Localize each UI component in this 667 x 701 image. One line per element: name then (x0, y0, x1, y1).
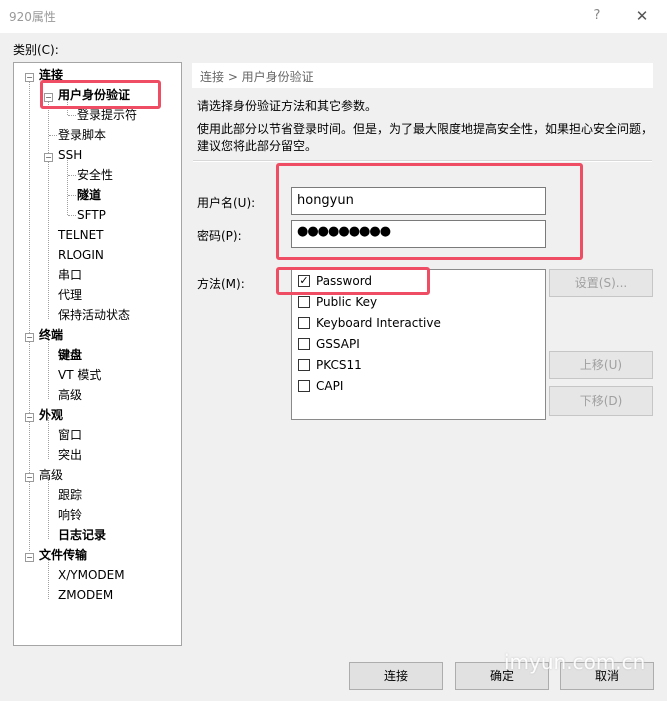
tree-item-tunneling[interactable]: 隧道 (77, 186, 101, 204)
method-label: 方法(M): (197, 277, 245, 291)
move-down-button[interactable]: 下移(D) (549, 386, 653, 416)
tree-item-vt-modes[interactable]: VT 模式 (58, 366, 101, 384)
tree-connector (68, 115, 76, 116)
tree-connector (68, 195, 76, 196)
category-label: 类别(C): (13, 43, 59, 57)
tree-connector (67, 157, 68, 215)
tree-item-highlight[interactable]: 突出 (58, 446, 82, 464)
tree-item-keep-alive[interactable]: 保持活动状态 (58, 306, 130, 324)
description-secondary: 使用此部分以节省登录时间。但是，为了最大限度地提高安全性，如果担心安全问题，建议… (197, 122, 654, 153)
tree-item-login-scripts[interactable]: 登录脚本 (58, 126, 106, 144)
window-title: 920属性 (9, 10, 56, 24)
tree-item-file-transfer[interactable]: 文件传输 (39, 546, 87, 564)
title-bar: 920属性 ? ✕ (0, 0, 667, 33)
tree-item-serial[interactable]: 串口 (58, 266, 82, 284)
username-label: 用户名(U): (197, 196, 256, 210)
tree-item-trace[interactable]: 跟踪 (58, 486, 82, 504)
method-label-capi: CAPI (316, 379, 344, 393)
tree-item-ssh[interactable]: SSH (58, 146, 82, 164)
breadcrumb-text: 连接 > 用户身份验证 (200, 70, 314, 84)
method-label-keyboard-interactive: Keyboard Interactive (316, 316, 441, 330)
method-label-public-key: Public Key (316, 295, 378, 309)
breadcrumb: 连接 > 用户身份验证 (192, 63, 653, 88)
help-icon[interactable]: ? (585, 4, 609, 28)
divider (193, 160, 652, 162)
settings-button[interactable]: 设置(S)... (549, 269, 653, 297)
collapse-icon[interactable]: − (25, 473, 34, 482)
move-up-button[interactable]: 上移(U) (549, 351, 653, 379)
close-icon[interactable]: ✕ (627, 4, 657, 28)
tree-item-sftp[interactable]: SFTP (77, 206, 106, 224)
tree-item-connection[interactable]: 连接 (39, 66, 63, 84)
tree-item-proxy[interactable]: 代理 (58, 286, 82, 304)
method-label-gssapi: GSSAPI (316, 337, 360, 351)
collapse-icon[interactable]: − (25, 333, 34, 342)
tree-item-terminal[interactable]: 终端 (39, 326, 63, 344)
tree-item-user-auth[interactable]: 用户身份验证 (58, 86, 130, 104)
tree-item-keyboard[interactable]: 键盘 (58, 346, 82, 364)
tree-item-bell[interactable]: 响铃 (58, 506, 82, 524)
checkbox-icon[interactable] (298, 317, 310, 329)
method-label-pkcs11: PKCS11 (316, 358, 362, 372)
category-tree[interactable]: − − − − − − − 连接 用户身份验证 登录提示符 登录脚本 SSH 安… (13, 62, 182, 646)
tree-item-appearance[interactable]: 外观 (39, 406, 63, 424)
tree-item-window[interactable]: 窗口 (58, 426, 82, 444)
checkbox-icon[interactable] (298, 296, 310, 308)
tree-item-login-prompts[interactable]: 登录提示符 (77, 106, 137, 124)
collapse-icon[interactable]: − (25, 73, 34, 82)
tree-item-telnet[interactable]: TELNET (58, 226, 104, 244)
collapse-icon[interactable]: − (44, 93, 53, 102)
tree-connector (48, 97, 49, 319)
tree-connector (48, 477, 49, 539)
password-value: ●●●●●●●●● (297, 224, 391, 239)
tree-item-logging[interactable]: 日志记录 (58, 526, 106, 544)
checkbox-checked-icon[interactable]: ✓ (298, 275, 310, 287)
checkbox-icon[interactable] (298, 380, 310, 392)
checkbox-icon[interactable] (298, 359, 310, 371)
connect-button[interactable]: 连接 (349, 662, 443, 690)
checkbox-icon[interactable] (298, 338, 310, 350)
username-field[interactable]: hongyun (291, 187, 546, 215)
username-value: hongyun (297, 193, 354, 208)
method-label-password: Password (316, 274, 373, 288)
password-field[interactable]: ●●●●●●●●● (291, 220, 546, 248)
collapse-icon[interactable]: − (25, 553, 34, 562)
password-label: 密码(P): (197, 229, 242, 243)
tree-item-xymodem[interactable]: X/YMODEM (58, 566, 125, 584)
tree-item-terminal-advanced[interactable]: 高级 (58, 386, 82, 404)
collapse-icon[interactable]: − (44, 153, 53, 162)
watermark-text: imyun.com.cn (504, 650, 646, 674)
tree-connector (49, 135, 57, 136)
tree-item-rlogin[interactable]: RLOGIN (58, 246, 104, 264)
tree-connector (68, 175, 76, 176)
method-list[interactable]: ✓ Password Public Key Keyboard Interacti… (291, 269, 546, 420)
description-primary: 请选择身份验证方法和其它参数。 (197, 99, 378, 113)
collapse-icon[interactable]: − (25, 413, 34, 422)
tree-item-advanced[interactable]: 高级 (39, 466, 63, 484)
tree-connector (48, 337, 49, 399)
tree-item-zmodem[interactable]: ZMODEM (58, 586, 113, 604)
tree-item-security[interactable]: 安全性 (77, 166, 113, 184)
tree-connector (68, 215, 76, 216)
